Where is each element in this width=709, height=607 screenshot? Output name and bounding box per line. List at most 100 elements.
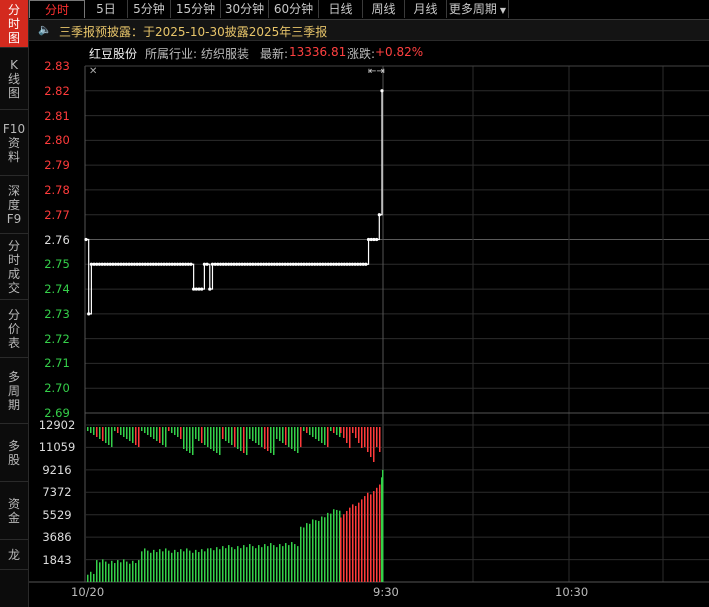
volume-bar [324,427,326,445]
volume-bar [126,427,128,439]
volume-bar [138,427,140,447]
volume-bar [276,427,278,439]
volume-bar [255,548,257,582]
volume-axis-tick: 5529 [42,507,72,522]
volume-bar [108,563,110,582]
volume-bar [102,559,104,582]
price-axis-tick: 2.80 [44,133,70,148]
volume-bar [270,543,272,582]
volume-bar [279,544,281,582]
volume-bar [255,427,257,443]
volume-bar [240,427,242,451]
volume-bar [261,427,263,447]
volume-bar [312,427,314,437]
volume-bar [285,427,287,445]
close-icon[interactable]: ✕ [89,66,97,77]
price-axis-tick: 2.74 [44,282,70,297]
volume-bar [249,544,251,582]
volume-bar [246,427,248,455]
volume-bar [99,427,101,439]
volume-bar [183,427,185,449]
volume-bar [186,548,188,582]
volume-bar [117,560,119,582]
volume-bar [153,427,155,439]
volume-bar [264,544,266,582]
volume-bar [315,520,317,582]
volume-bar [120,562,122,582]
volume-bar [129,427,131,441]
volume-bar [87,574,89,582]
volume-bar [219,549,221,582]
volume-bar [324,517,326,582]
volume-bar [207,427,209,447]
volume-bar [340,517,342,582]
volume-bar [231,427,233,445]
volume-bar [207,548,209,582]
volume-bar [291,542,293,582]
volume-bar [276,547,278,582]
expand-icon[interactable]: ⇤⇥ [368,66,385,77]
volume-bar [367,427,369,452]
volume-bar [258,427,260,445]
volume-bar [361,499,363,582]
volume-bar [373,491,375,582]
volume-bar [90,427,92,433]
volume-bar [87,427,89,431]
volume-bar [364,427,366,447]
volume-axis-tick: 7372 [42,485,72,500]
volume-bar [159,549,161,582]
volume-bar [159,427,161,443]
volume-bar [222,427,224,439]
volume-bar [312,519,314,582]
volume-bar [300,427,302,447]
volume-bar [111,427,113,447]
volume-bar [195,549,197,582]
price-point [189,262,193,266]
volume-bar [300,526,302,582]
price-point [364,262,368,266]
volume-bar [336,509,338,582]
price-axis-tick: 2.78 [44,182,70,197]
volume-bar [210,427,212,449]
volume-bar [174,549,176,582]
volume-bar [213,427,215,451]
volume-bar [129,563,131,582]
volume-bar [330,513,332,582]
volume-bar [261,547,263,582]
volume-bar [99,562,101,582]
volume-bar [111,560,113,582]
volume-bar [288,427,290,447]
volume-bar [237,427,239,449]
volume-bar [243,427,245,453]
volume-bar [246,547,248,582]
volume-bar [93,427,95,435]
volume-bar [352,427,354,433]
volume-bar [171,427,173,433]
volume-bar [168,427,170,431]
volume-bar [346,427,348,443]
volume-bar [150,427,152,437]
volume-bar [306,427,308,433]
volume-bar [258,545,260,582]
volume-bar [228,545,230,582]
volume-bar [180,427,182,439]
volume-bar [228,427,230,443]
volume-bar [201,549,203,582]
volume-bar [327,512,329,582]
volume-bar [288,545,290,582]
price-axis-tick: 2.71 [44,356,70,371]
price-axis-tick: 2.77 [44,207,70,222]
volume-bar [333,509,335,582]
volume-bar [114,563,116,582]
volume-bar [192,552,194,582]
volume-bar [336,427,338,435]
intraday-chart[interactable] [0,0,709,607]
volume-bar [273,545,275,582]
volume-bar [180,549,182,582]
volume-bar [219,427,221,455]
volume-bar [141,427,143,431]
volume-bar [204,427,206,445]
volume-bar [358,427,360,443]
price-axis-tick: 2.73 [44,306,70,321]
volume-bar [355,427,357,438]
